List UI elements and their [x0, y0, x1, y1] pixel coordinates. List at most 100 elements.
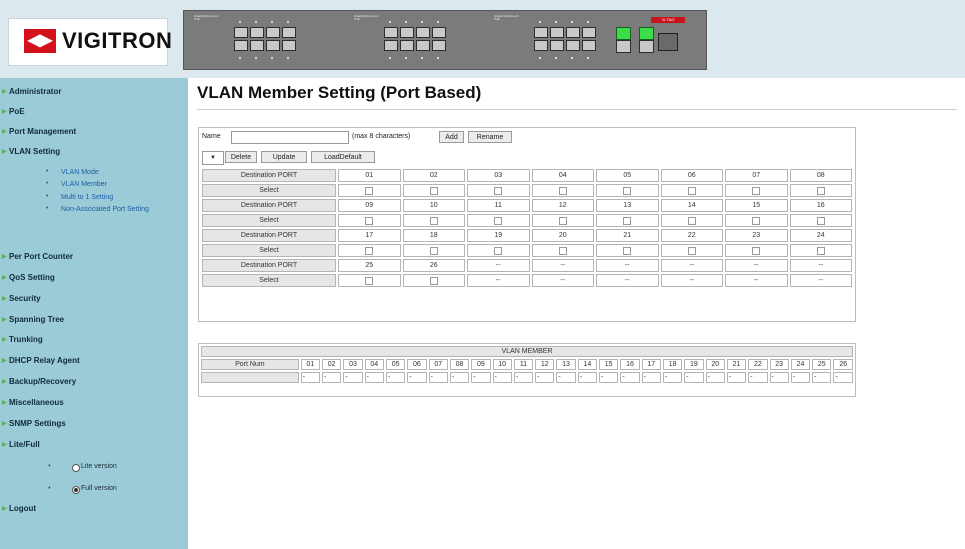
select-cell	[338, 244, 401, 257]
bullet-icon: •	[46, 205, 49, 212]
select-cell	[467, 184, 530, 197]
port-select-checkbox[interactable]	[816, 216, 825, 225]
sidebar-item-label: QoS Setting	[9, 273, 55, 282]
radio-button[interactable]	[72, 464, 80, 472]
port-select-checkbox[interactable]	[752, 246, 761, 255]
panel-port-icon	[566, 27, 580, 38]
arrow-icon: ▶	[2, 129, 7, 135]
vlan-name-input[interactable]	[231, 131, 349, 144]
member-port-cell: 01	[300, 359, 321, 370]
sidebar-item-label: Per Port Counter	[9, 252, 74, 261]
select-cell	[660, 244, 723, 257]
port-select-checkbox[interactable]	[623, 186, 632, 195]
panel-port-icon	[250, 40, 264, 51]
rename-button[interactable]: Rename	[468, 131, 512, 143]
delete-button[interactable]: Delete	[225, 151, 257, 163]
panel-port-icon	[534, 40, 548, 51]
port-select-checkbox[interactable]	[429, 246, 438, 255]
port-select-checkbox[interactable]	[558, 246, 567, 255]
port-select-checkbox[interactable]	[623, 246, 632, 255]
port-select-checkbox[interactable]	[494, 216, 503, 225]
port-number-cell: 21	[596, 229, 659, 242]
radio-button[interactable]	[72, 486, 80, 494]
arrow-icon: ▶	[2, 149, 7, 155]
sidebar-item-label: Miscellaneous	[9, 398, 64, 407]
member-port-cell: 23	[769, 359, 789, 370]
select-cell	[725, 244, 788, 257]
port-select-checkbox[interactable]	[558, 216, 567, 225]
port-select-checkbox[interactable]	[816, 246, 825, 255]
panel-port-icon	[432, 40, 446, 51]
port-select-checkbox[interactable]	[752, 186, 761, 195]
panel-led-icon	[571, 57, 573, 59]
panel-led-icon	[437, 57, 439, 59]
port-select-checkbox[interactable]	[429, 186, 438, 195]
port-select-checkbox[interactable]	[429, 276, 438, 285]
member-value-cell: -	[833, 372, 853, 383]
port-select-checkbox[interactable]	[429, 216, 438, 225]
panel-port-icon	[282, 27, 296, 38]
member-value-cell: -	[662, 372, 683, 383]
page-title: VLAN Member Setting (Port Based)	[197, 83, 482, 102]
port-select-checkbox[interactable]	[365, 276, 374, 285]
port-number-cell: 15	[725, 199, 788, 212]
bullet-icon: *	[48, 486, 51, 493]
port-select-checkbox[interactable]	[623, 216, 632, 225]
panel-led-icon	[421, 57, 423, 59]
member-value-cell: -	[556, 372, 576, 383]
update-button[interactable]: Update	[261, 151, 307, 163]
port-select-checkbox[interactable]	[752, 216, 761, 225]
member-value-cell: -	[428, 372, 448, 383]
port-select-checkbox[interactable]	[816, 186, 825, 195]
member-port-cell: 03	[343, 359, 363, 370]
member-value-cell: -	[471, 372, 491, 383]
port-select-checkbox[interactable]	[687, 246, 696, 255]
destination-port-label: Destination PORT	[202, 169, 336, 182]
panel-led-icon	[437, 21, 439, 23]
port-select-checkbox[interactable]	[494, 186, 503, 195]
member-value-cell: -	[790, 372, 811, 383]
member-port-cell: 16	[620, 359, 640, 370]
member-port-cell: 18	[662, 359, 683, 370]
select-cell	[338, 184, 401, 197]
port-select-checkbox[interactable]	[558, 186, 567, 195]
empty-cell: --	[725, 274, 788, 287]
port-select-checkbox[interactable]	[365, 216, 374, 225]
port-select-checkbox[interactable]	[365, 186, 374, 195]
vlan-member-header: VLAN MEMBER	[201, 346, 853, 357]
port-number-cell: 03	[467, 169, 530, 182]
vlan-select-dropdown[interactable]: ▼	[202, 151, 224, 165]
member-value-cell: -	[748, 372, 768, 383]
member-port-cell: 17	[641, 359, 661, 370]
panel-port-icon	[234, 27, 248, 38]
panel-port-icon	[550, 27, 564, 38]
select-cell	[596, 184, 659, 197]
panel-led-icon	[287, 21, 289, 23]
member-port-cell: 07	[428, 359, 448, 370]
port-number-cell: 18	[402, 229, 465, 242]
port-select-checkbox[interactable]	[687, 216, 696, 225]
port-number-cell: 13	[596, 199, 659, 212]
member-port-cell: 15	[599, 359, 619, 370]
sidebar-item-label: SNMP Settings	[9, 419, 66, 428]
bullet-icon: *	[48, 464, 51, 471]
sidebar-item-label: Lite/Full	[9, 440, 40, 449]
port-select-checkbox[interactable]	[494, 246, 503, 255]
port-number-cell: 16	[789, 199, 852, 212]
panel-led-icon	[389, 21, 391, 23]
select-cell	[596, 244, 659, 257]
port-number-cell: 19	[467, 229, 530, 242]
select-row: Select -- -- -- -- -- --	[202, 274, 852, 287]
add-button[interactable]: Add	[439, 131, 464, 143]
sidebar-subitem-label: Non-Associated Port Setting	[61, 206, 149, 213]
panel-led-icon	[539, 57, 541, 59]
sidebar-item-label: Backup/Recovery	[9, 377, 77, 386]
destination-port-label: Destination PORT	[202, 259, 336, 272]
destination-port-row: Destination PORT 25 26 -- -- -- -- -- --	[202, 259, 852, 272]
member-port-cell: 26	[833, 359, 853, 370]
member-value-cell: -	[769, 372, 789, 383]
port-select-checkbox[interactable]	[687, 186, 696, 195]
port-select-checkbox[interactable]	[365, 246, 374, 255]
port-number-cell: 25	[338, 259, 401, 272]
load-default-button[interactable]: LoadDefault	[311, 151, 375, 163]
